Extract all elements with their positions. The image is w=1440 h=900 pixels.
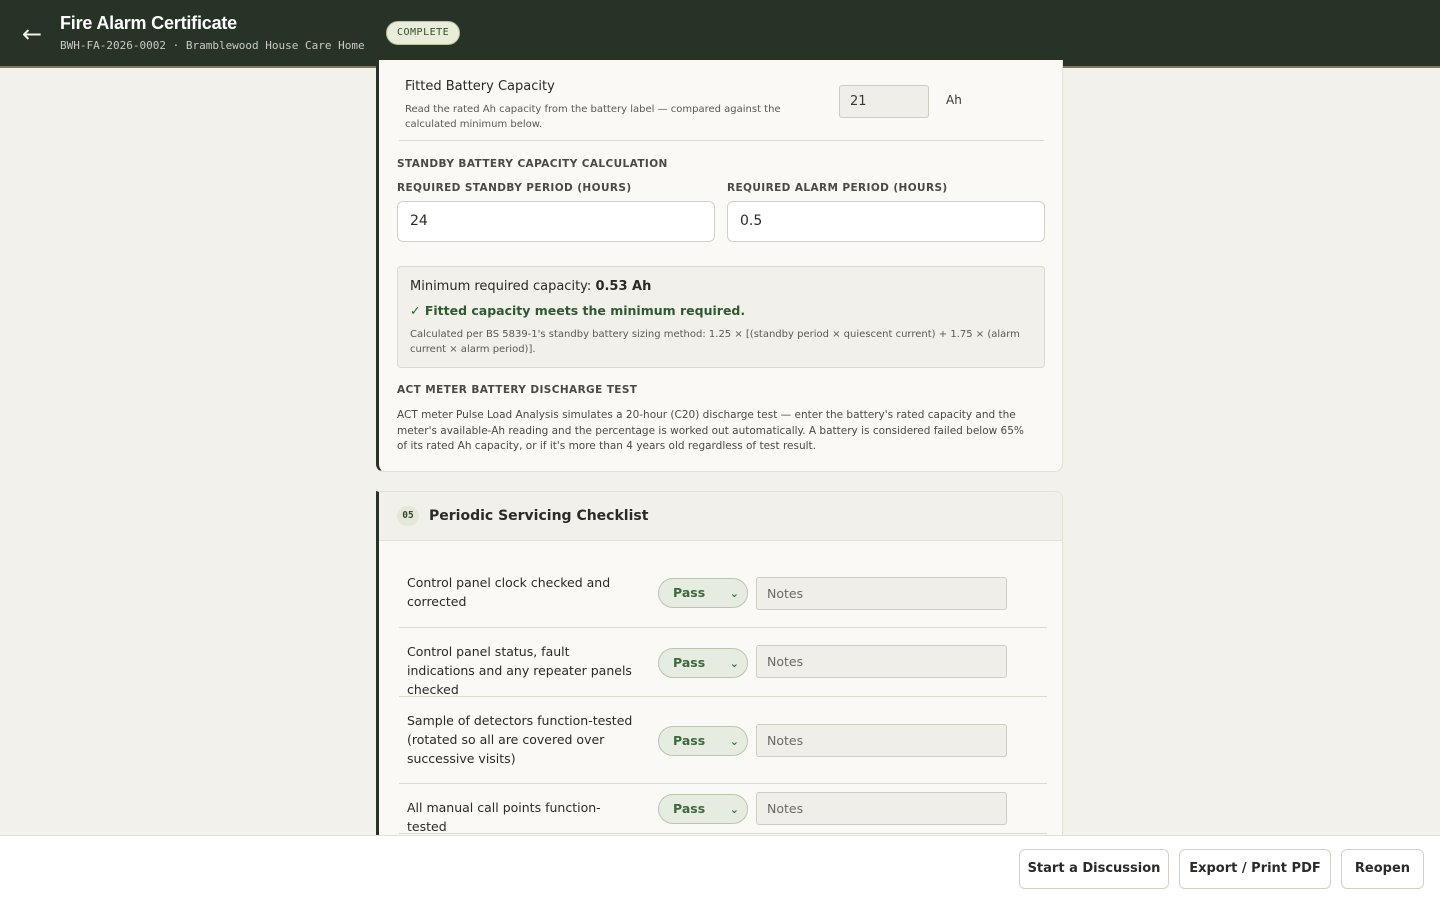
footer-action-bar: Start a Discussion Export / Print PDF Re…	[0, 835, 1440, 900]
capacity-result-box: Minimum required capacity: 0.53 Ah ✓ Fit…	[397, 266, 1045, 368]
result-select[interactable]: Pass ⌄	[658, 726, 748, 756]
chevron-down-icon: ⌄	[729, 657, 739, 670]
chevron-down-icon: ⌄	[729, 587, 739, 600]
act-description: ACT meter Pulse Load Analysis simulates …	[397, 409, 1024, 452]
alarm-period-label: REQUIRED ALARM PERIOD (HOURS)	[727, 182, 948, 194]
arrow-left-icon[interactable]: ←	[18, 20, 46, 48]
capacity-ok-message: ✓ Fitted capacity meets the minimum requ…	[410, 303, 746, 318]
checklist-label: All manual call points function-tested	[407, 800, 601, 834]
checklist-label: Control panel clock checked and correcte…	[407, 575, 611, 609]
standby-period-label: REQUIRED STANDBY PERIOD (HOURS)	[397, 182, 632, 194]
notes-input[interactable]: Notes	[756, 792, 1007, 825]
result-select[interactable]: Pass ⌄	[658, 648, 748, 678]
export-pdf-button[interactable]: Export / Print PDF	[1179, 849, 1331, 889]
result-value: Pass	[673, 733, 706, 748]
start-discussion-button[interactable]: Start a Discussion	[1019, 849, 1169, 889]
checklist-row: All manual call points function-tested P…	[399, 784, 1047, 834]
section-number: 05	[397, 506, 419, 526]
alarm-period-input[interactable]: 0.5	[727, 201, 1045, 242]
result-select[interactable]: Pass ⌄	[658, 578, 748, 608]
title-block: Fire Alarm Certificate BWH-FA-2026-0002 …	[60, 13, 365, 52]
result-select[interactable]: Pass ⌄	[658, 794, 748, 824]
status-badge: COMPLETE	[386, 21, 461, 45]
result-value: Pass	[673, 585, 706, 600]
battery-section-card: Fitted Battery Capacity Read the rated A…	[376, 60, 1063, 472]
chevron-down-icon: ⌄	[729, 735, 739, 748]
reopen-button[interactable]: Reopen	[1341, 849, 1424, 889]
checklist-label: Control panel status, fault indications …	[407, 644, 632, 697]
notes-input[interactable]: Notes	[756, 645, 1007, 678]
notes-input[interactable]: Notes	[756, 577, 1007, 610]
capacity-unit: Ah	[946, 93, 962, 107]
result-value: Pass	[673, 655, 706, 670]
min-capacity-value: 0.53 Ah	[595, 279, 652, 294]
checklist-row: Control panel clock checked and correcte…	[399, 559, 1047, 628]
standby-period-input[interactable]: 24	[397, 201, 715, 242]
calc-heading: STANDBY BATTERY CAPACITY CALCULATION	[397, 158, 668, 170]
top-bar: ← Fire Alarm Certificate BWH-FA-2026-000…	[0, 0, 1440, 68]
section-header[interactable]: 05 Periodic Servicing Checklist	[379, 492, 1062, 541]
act-heading: ACT METER BATTERY DISCHARGE TEST	[397, 384, 638, 396]
page-subtitle: BWH-FA-2026-0002 · Bramblewood House Car…	[60, 39, 365, 52]
section-title: Periodic Servicing Checklist	[429, 508, 649, 524]
checklist-label: Sample of detectors function-tested (rot…	[407, 713, 633, 766]
page-title: Fire Alarm Certificate	[60, 13, 237, 33]
calc-method-note: Calculated per BS 5839-1's standby batte…	[410, 329, 1020, 355]
notes-input[interactable]: Notes	[756, 724, 1007, 757]
result-value: Pass	[673, 801, 706, 816]
checklist-row: Sample of detectors function-tested (rot…	[399, 697, 1047, 784]
fitted-capacity-help: Read the rated Ah capacity from the batt…	[405, 104, 781, 130]
divider	[399, 140, 1044, 141]
chevron-down-icon: ⌄	[729, 803, 739, 816]
checklist-row: Control panel status, fault indications …	[399, 628, 1047, 697]
min-capacity-prefix: Minimum required capacity:	[410, 279, 596, 294]
fitted-capacity-input[interactable]: 21	[839, 85, 929, 118]
fitted-capacity-label: Fitted Battery Capacity	[405, 79, 555, 94]
min-capacity-text: Minimum required capacity: 0.53 Ah	[410, 279, 651, 294]
